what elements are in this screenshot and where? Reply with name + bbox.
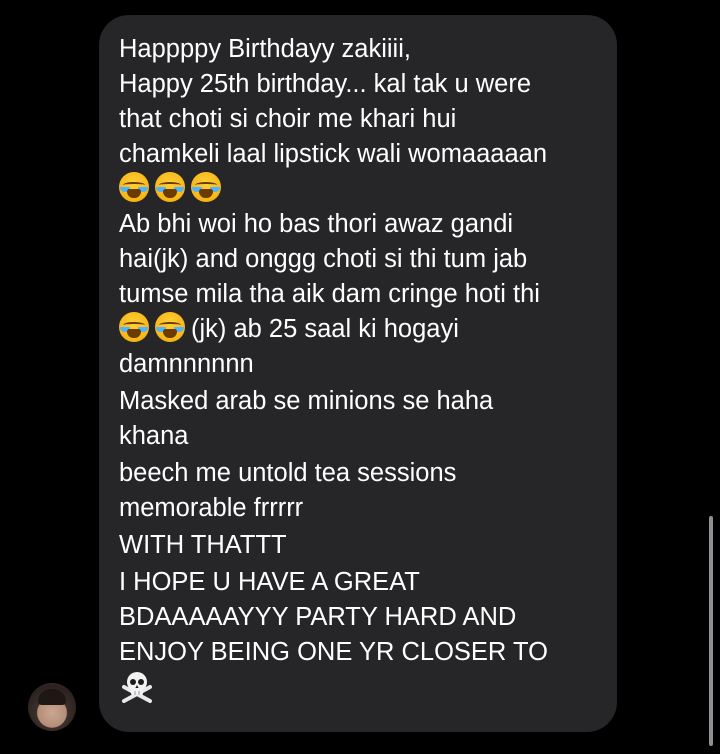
message-paragraph: Ab bhi woi ho bas thori awaz gandi hai(j… (119, 207, 603, 312)
loudly-crying-face-icon (119, 312, 149, 342)
loudly-crying-face-icon (119, 172, 149, 202)
message-line: tumse mila tha aik dam cringe hoti thi (119, 280, 540, 308)
message-line: that choti si choir me khari hui (119, 105, 457, 133)
emoji-row (119, 670, 603, 708)
loudly-crying-face-icon (191, 172, 221, 202)
sender-avatar[interactable] (28, 683, 76, 731)
message-line-with-emoji: (jk) ab 25 saal ki hogayi (119, 312, 603, 347)
message-paragraph: WITH THATTT (119, 528, 603, 563)
message-paragraph: beech me untold tea sessions memorable f… (119, 456, 603, 526)
message-line: chamkeli laal lipstick wali womaaaaan (119, 140, 548, 168)
loudly-crying-face-icon (155, 172, 185, 202)
message-paragraph-intro: Happppy Birthdayy zakiiii, Happy 25th bi… (119, 32, 603, 207)
message-line: WITH THATTT (119, 531, 287, 559)
message-paragraph: Masked arab se minions se haha khana (119, 384, 603, 454)
message-line: beech me untold tea sessions (119, 459, 457, 487)
message-line: khana (119, 422, 189, 450)
skull-and-crossbones-icon (122, 672, 152, 703)
message-line: Happppy Birthdayy zakiiii, (119, 35, 411, 63)
message-line: memorable frrrrr (119, 494, 304, 522)
scrollbar[interactable] (709, 516, 713, 746)
chat-screen: Happppy Birthdayy zakiiii, Happy 25th bi… (0, 0, 720, 754)
message-line: damnnnnnn (119, 350, 254, 378)
message-line: Ab bhi woi ho bas thori awaz gandi (119, 210, 514, 238)
message-bubble[interactable]: Happppy Birthdayy zakiiii, Happy 25th bi… (99, 15, 617, 732)
message-text: (jk) ab 25 saal ki hogayi (191, 315, 459, 343)
message-paragraph: I HOPE U HAVE A GREAT BDAAAAAYYY PARTY H… (119, 565, 603, 708)
message-line: hai(jk) and onggg choti si thi tum jab (119, 245, 528, 273)
message-line: Happy 25th birthday... kal tak u were (119, 70, 531, 98)
message-line: Masked arab se minions se haha (119, 387, 494, 415)
message-line: I HOPE U HAVE A GREAT (119, 568, 420, 596)
message-paragraph: (jk) ab 25 saal ki hogayi damnnnnnn (119, 312, 603, 382)
loudly-crying-face-icon (155, 312, 185, 342)
message-line: ENJOY BEING ONE YR CLOSER TO (119, 638, 548, 666)
emoji-row (119, 172, 603, 207)
message-line: BDAAAAAYYY PARTY HARD AND (119, 603, 517, 631)
